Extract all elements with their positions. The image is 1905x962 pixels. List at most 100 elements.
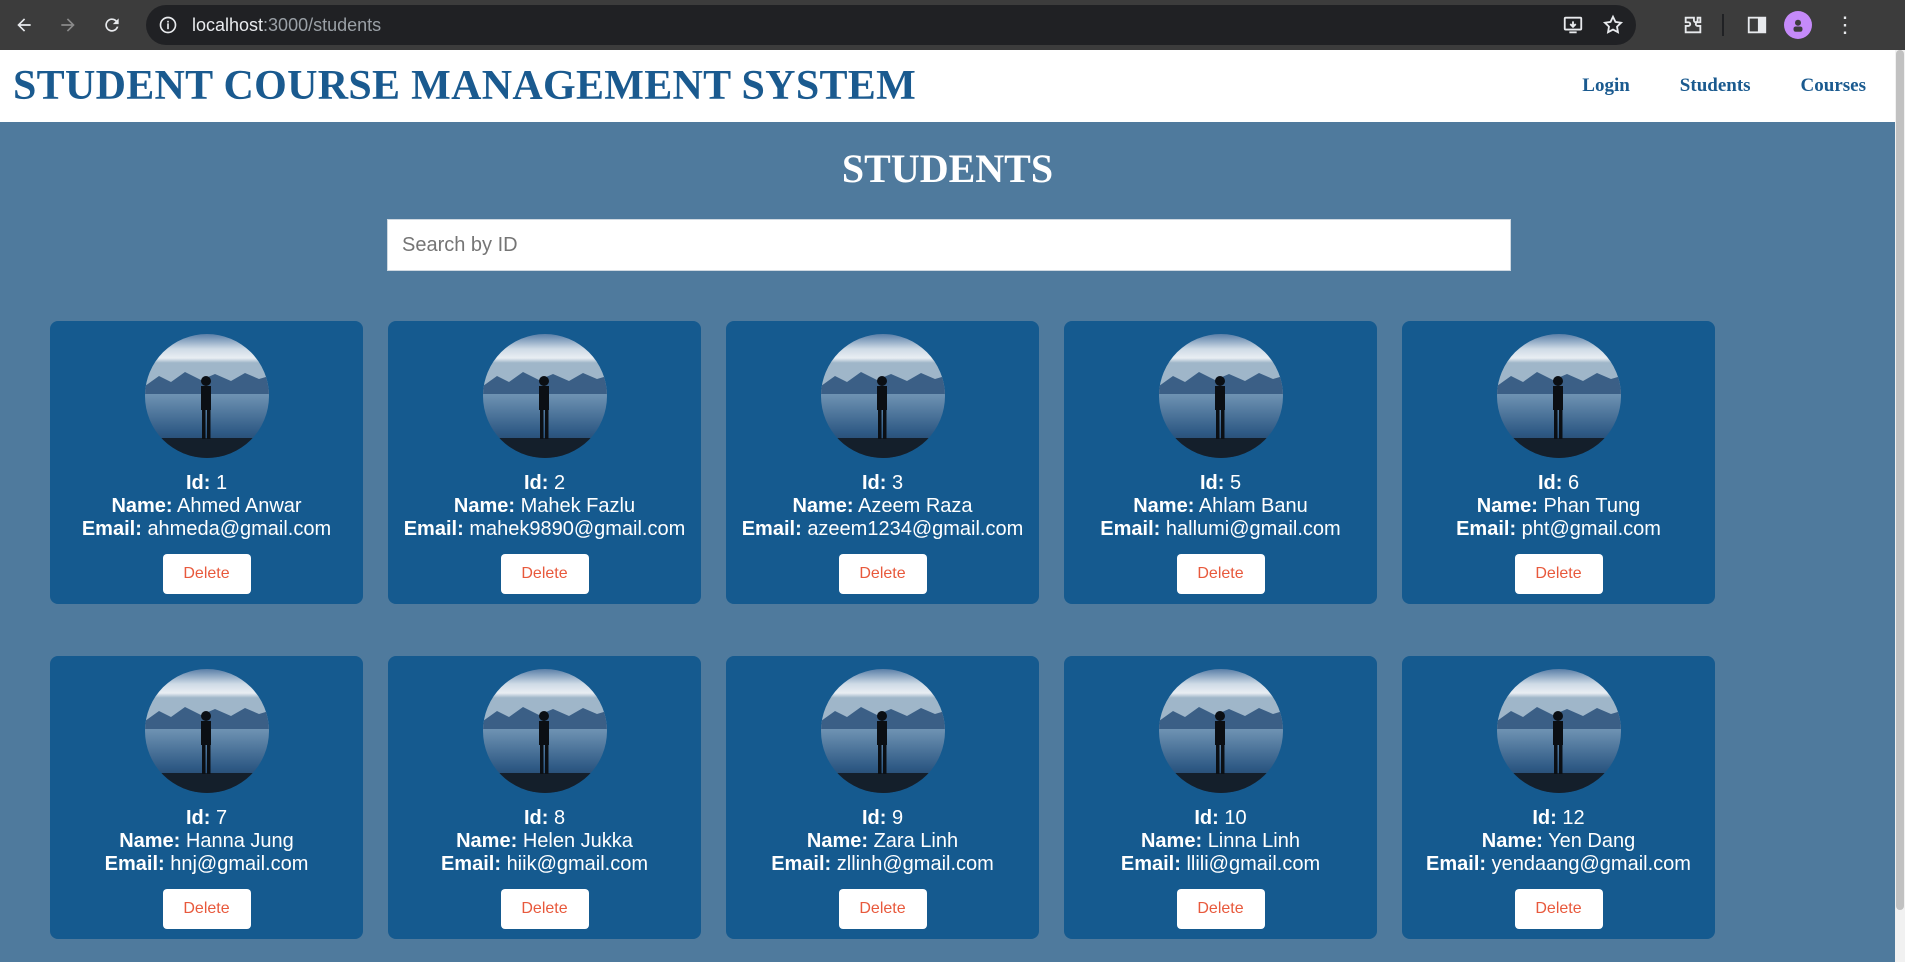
email-label: Email: xyxy=(1100,518,1161,540)
student-name: Yen Dang xyxy=(1548,830,1636,852)
search-by-id-input[interactable] xyxy=(387,219,1511,271)
delete-button[interactable]: Delete xyxy=(838,554,927,594)
student-card: Id: 9 Name: Zara Linh Email: zllinh@gmai… xyxy=(726,656,1039,939)
student-email-line: Email: ahmeda@gmail.com xyxy=(50,518,363,541)
student-card-grid: Id: 1 Name: Ahmed Anwar Email: ahmeda@gm… xyxy=(50,321,1715,939)
student-card: Id: 8 Name: Helen Jukka Email: hiik@gmai… xyxy=(388,656,701,939)
student-email: pht@gmail.com xyxy=(1521,518,1661,540)
id-label: Id: xyxy=(1199,472,1225,494)
student-email-line: Email: mahek9890@gmail.com xyxy=(388,518,701,541)
delete-button[interactable]: Delete xyxy=(500,889,589,929)
student-name: Phan Tung xyxy=(1543,495,1641,517)
scrollbar-thumb[interactable] xyxy=(1896,50,1904,910)
student-card: Id: 2 Name: Mahek Fazlu Email: mahek9890… xyxy=(388,321,701,604)
id-label: Id: xyxy=(523,807,549,829)
student-name: Azeem Raza xyxy=(858,495,973,517)
name-label: Name: xyxy=(119,830,181,852)
toolbar-divider xyxy=(1722,14,1724,36)
nav-courses-link[interactable]: Courses xyxy=(1801,75,1866,97)
browser-toolbar: localhost:3000/students ⋮ xyxy=(0,0,1905,50)
delete-button[interactable]: Delete xyxy=(162,554,251,594)
bookmark-star-icon[interactable] xyxy=(1602,14,1624,36)
profile-avatar-icon[interactable] xyxy=(1784,11,1812,39)
student-name-line: Name: Ahlam Banu xyxy=(1064,495,1377,518)
student-id: 1 xyxy=(215,472,228,494)
student-photo xyxy=(1496,334,1621,458)
student-id-line: Id: 12 xyxy=(1402,807,1715,830)
install-app-icon[interactable] xyxy=(1562,14,1584,36)
student-id-line: Id: 1 xyxy=(50,472,363,495)
email-label: Email: xyxy=(1456,518,1517,540)
student-name: Mahek Fazlu xyxy=(520,495,636,517)
name-label: Name: xyxy=(453,495,516,517)
site-info-icon[interactable] xyxy=(158,15,178,35)
student-name-line: Name: Helen Jukka xyxy=(388,830,701,853)
student-name-line: Name: Mahek Fazlu xyxy=(388,495,701,518)
delete-button[interactable]: Delete xyxy=(500,554,589,594)
student-email-line: Email: hallumi@gmail.com xyxy=(1064,518,1377,541)
student-name: Hanna Jung xyxy=(185,830,294,852)
id-label: Id: xyxy=(861,807,887,829)
student-id-line: Id: 10 xyxy=(1064,807,1377,830)
reload-icon xyxy=(105,18,119,32)
name-label: Name: xyxy=(1140,830,1203,852)
student-email-line: Email: azeem1234@gmail.com xyxy=(726,518,1039,541)
delete-button[interactable]: Delete xyxy=(162,889,251,929)
reload-button[interactable] xyxy=(92,5,132,45)
student-photo xyxy=(144,334,269,458)
arrow-left-icon xyxy=(17,18,31,32)
student-name-line: Name: Ahmed Anwar xyxy=(50,495,363,518)
student-card: Id: 5 Name: Ahlam Banu Email: hallumi@gm… xyxy=(1064,321,1377,604)
email-label: Email: xyxy=(1120,853,1181,875)
delete-button[interactable]: Delete xyxy=(1176,889,1265,929)
more-menu-icon[interactable]: ⋮ xyxy=(1834,14,1856,36)
delete-button[interactable]: Delete xyxy=(1176,554,1265,594)
email-label: Email: xyxy=(81,518,142,540)
student-email: ahmeda@gmail.com xyxy=(147,518,332,540)
email-label: Email: xyxy=(1426,853,1487,875)
side-panel-icon[interactable] xyxy=(1746,14,1768,36)
student-email-line: Email: llili@gmail.com xyxy=(1064,853,1377,876)
arrow-right-icon xyxy=(61,18,75,32)
nav-login-link[interactable]: Login xyxy=(1582,75,1630,97)
email-label: Email: xyxy=(104,853,165,875)
nav-students-link[interactable]: Students xyxy=(1680,75,1751,97)
name-label: Name: xyxy=(456,830,518,852)
id-label: Id: xyxy=(185,807,211,829)
name-label: Name: xyxy=(111,495,173,517)
student-name: Linna Linh xyxy=(1207,830,1300,852)
student-id: 3 xyxy=(891,472,904,494)
email-label: Email: xyxy=(403,518,464,540)
app-title: STUDENT COURSE MANAGEMENT SYSTEM xyxy=(13,63,917,109)
student-email: hallumi@gmail.com xyxy=(1165,518,1341,540)
student-email-line: Email: yendaang@gmail.com xyxy=(1402,853,1715,876)
name-label: Name: xyxy=(1133,495,1195,517)
student-email: yendaang@gmail.com xyxy=(1491,853,1691,875)
delete-button[interactable]: Delete xyxy=(1514,554,1603,594)
student-id-line: Id: 6 xyxy=(1402,472,1715,495)
student-name-line: Name: Zara Linh xyxy=(726,830,1039,853)
id-label: Id: xyxy=(523,472,549,494)
student-photo xyxy=(482,669,607,793)
student-id: 6 xyxy=(1567,472,1580,494)
student-id-line: Id: 7 xyxy=(50,807,363,830)
email-label: Email: xyxy=(741,518,802,540)
student-name-line: Name: Linna Linh xyxy=(1064,830,1377,853)
student-card: Id: 7 Name: Hanna Jung Email: hnj@gmail.… xyxy=(50,656,363,939)
back-button[interactable] xyxy=(4,5,44,45)
delete-button[interactable]: Delete xyxy=(838,889,927,929)
app-header: STUDENT COURSE MANAGEMENT SYSTEM Login S… xyxy=(0,50,1895,122)
student-card: Id: 3 Name: Azeem Raza Email: azeem1234@… xyxy=(726,321,1039,604)
student-email: mahek9890@gmail.com xyxy=(469,518,686,540)
address-bar[interactable]: localhost:3000/students xyxy=(146,5,1636,45)
forward-button[interactable] xyxy=(48,5,88,45)
delete-button[interactable]: Delete xyxy=(1514,889,1603,929)
student-name: Ahlam Banu xyxy=(1198,495,1308,517)
student-id: 2 xyxy=(553,472,566,494)
student-id-line: Id: 9 xyxy=(726,807,1039,830)
student-photo xyxy=(1158,669,1283,793)
page-heading: STUDENTS xyxy=(841,146,1054,191)
url-text: localhost:3000/students xyxy=(192,15,381,36)
extensions-puzzle-icon[interactable] xyxy=(1682,14,1704,36)
student-email-line: Email: zllinh@gmail.com xyxy=(726,853,1039,876)
